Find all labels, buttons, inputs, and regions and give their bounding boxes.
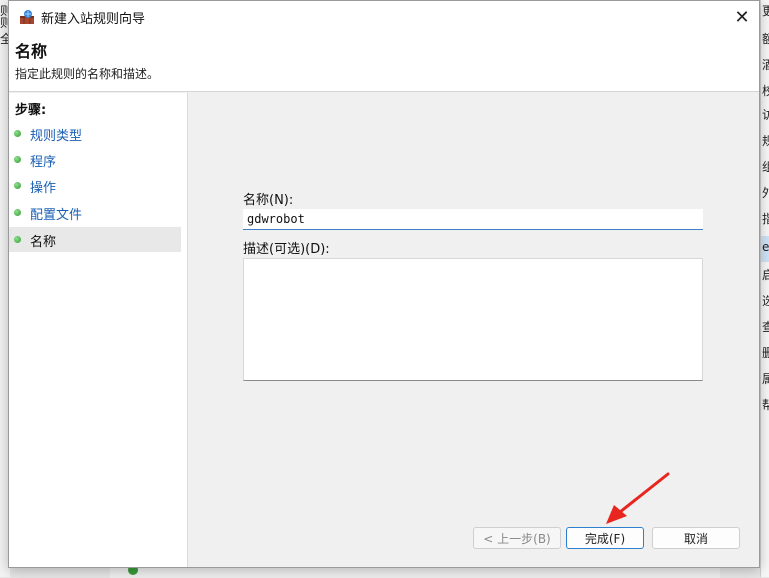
back-button[interactable]: < 上一步(B) [473, 527, 561, 549]
step-program[interactable]: 程序 [9, 147, 181, 172]
background-text-fragment: 选 [762, 292, 769, 309]
background-app-right-edge: 更 额 酒 校 访 规 组 外 指 e 启 选 查 删 属 帮 [760, 0, 769, 577]
background-text-fragment: 校 [762, 82, 769, 99]
page-description: 指定此规则的名称和描述。 [15, 67, 160, 81]
step-status-icon [14, 209, 21, 216]
firewall-app-icon [20, 10, 34, 24]
background-text-fragment: e [762, 240, 769, 254]
page-title: 名称 [15, 42, 48, 61]
step-label: 名称 [30, 235, 57, 250]
background-text-fragment: 规 [762, 132, 769, 149]
step-name[interactable]: 名称 [9, 227, 181, 252]
name-input[interactable] [243, 209, 703, 230]
steps-title: 步骤: [15, 103, 47, 118]
background-text-fragment: 外 [762, 184, 769, 201]
finish-button[interactable]: 完成(F) [566, 527, 644, 549]
background-text-fragment: 删 [762, 344, 769, 361]
step-label: 规则类型 [30, 129, 83, 144]
step-status-icon [14, 182, 21, 189]
page-header: 名称 指定此规则的名称和描述。 [9, 33, 759, 92]
close-button[interactable]: ✕ [725, 1, 759, 33]
step-action[interactable]: 操作 [9, 173, 181, 198]
window-title: 新建入站规则向导 [41, 12, 146, 27]
background-text-fragment: 访 [762, 106, 769, 123]
background-text-fragment: 指 [762, 210, 769, 227]
background-text-fragment: 额 [762, 30, 769, 47]
background-text-fragment: 更 [762, 2, 769, 19]
close-icon: ✕ [734, 6, 750, 28]
step-status-icon [14, 130, 21, 137]
step-label: 操作 [30, 181, 57, 196]
step-label: 程序 [30, 155, 57, 170]
cancel-button[interactable]: 取消 [652, 527, 740, 549]
background-text-fragment: 组 [762, 158, 769, 175]
background-text-fragment: 查 [762, 318, 769, 335]
background-text-fragment: 启 [762, 266, 769, 283]
name-field-label: 名称(N): [243, 193, 294, 208]
step-status-icon [14, 156, 21, 163]
new-inbound-rule-wizard: 新建入站规则向导 ✕ 名称 指定此规则的名称和描述。 步骤: 规则类型 程序 操… [8, 0, 760, 568]
step-profile[interactable]: 配置文件 [9, 200, 181, 225]
steps-pane: 步骤: 规则类型 程序 操作 配置文件 名称 [9, 93, 188, 567]
content-pane: 名称(N): 描述(可选)(D): [191, 97, 759, 567]
step-rule-type[interactable]: 规则类型 [9, 121, 181, 146]
background-text-fragment: 酒 [762, 56, 769, 73]
step-label: 配置文件 [30, 208, 83, 223]
description-textarea[interactable] [243, 258, 703, 381]
background-text-fragment: 帮 [762, 396, 769, 413]
description-field-label: 描述(可选)(D): [243, 242, 330, 257]
title-bar[interactable]: 新建入站规则向导 ✕ [9, 1, 759, 33]
step-status-icon [14, 236, 21, 243]
background-text-fragment: 属 [762, 370, 769, 387]
